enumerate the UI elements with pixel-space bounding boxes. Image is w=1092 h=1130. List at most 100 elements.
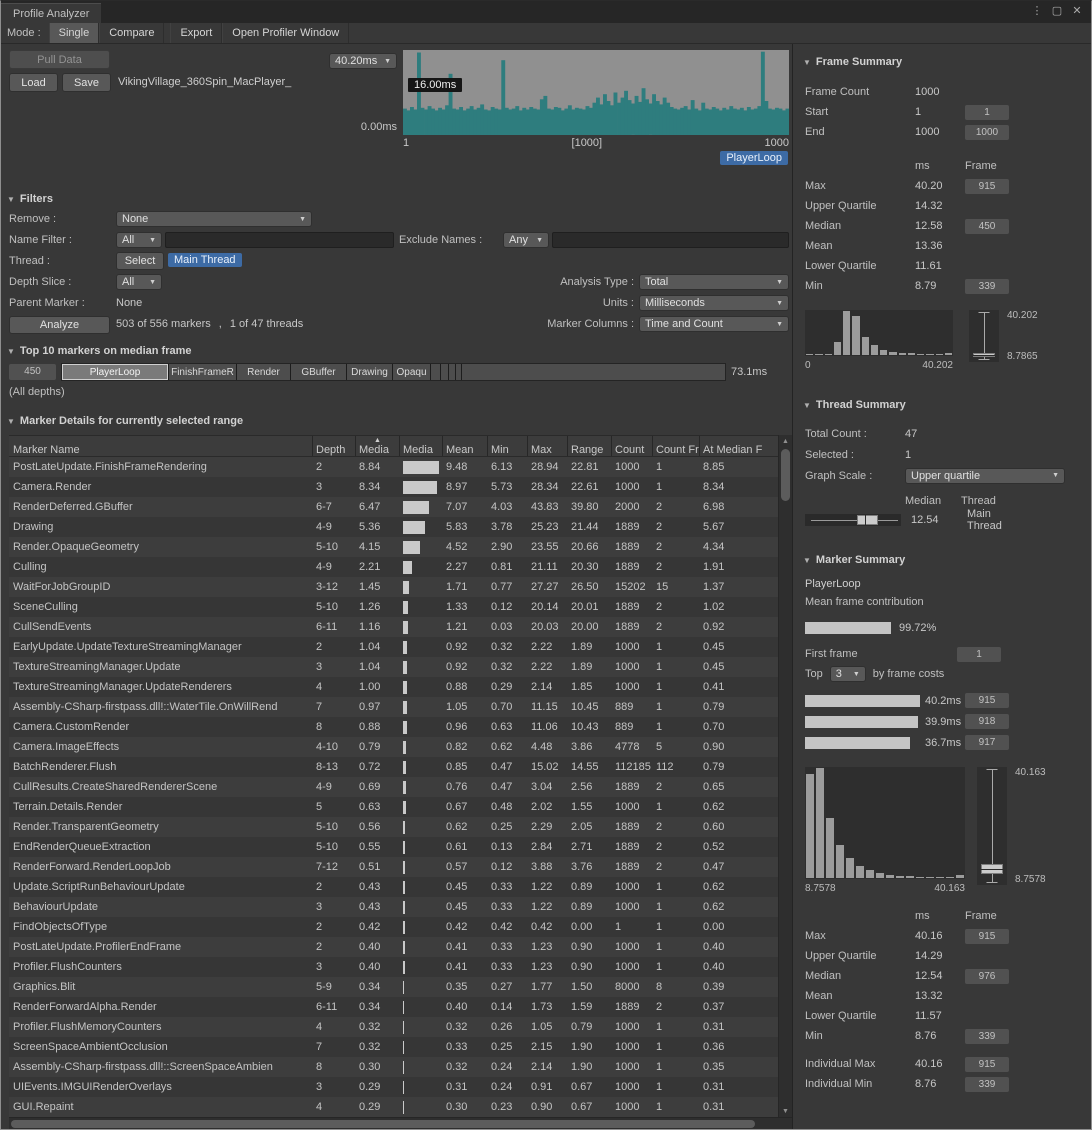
table-row[interactable]: Assembly-CSharp-firstpass.dll!::ScreenSp… — [9, 1057, 778, 1077]
thread-summary-header[interactable]: ▼ Thread Summary — [797, 399, 1091, 411]
pull-data-button[interactable]: Pull Data — [9, 50, 110, 69]
table-row[interactable]: CullResults.CreateSharedRendererScene4-9… — [9, 777, 778, 797]
table-row[interactable]: PostLateUpdate.FinishFrameRendering28.84… — [9, 457, 778, 477]
table-row[interactable]: SceneCulling5-101.261.330.1220.1420.0118… — [9, 597, 778, 617]
export-button[interactable]: Export — [170, 23, 222, 43]
table-row[interactable]: Update.ScriptRunBehaviourUpdate20.430.45… — [9, 877, 778, 897]
column-header-media[interactable]: Media — [400, 436, 443, 456]
top-marker-segment[interactable]: Drawing — [347, 364, 393, 380]
save-button[interactable]: Save — [62, 73, 111, 92]
top-markers-bar[interactable]: PlayerLoopFinishFrameRRenderGBufferDrawi… — [61, 363, 726, 381]
chart-scale-dropdown[interactable]: 40.20ms ▼ — [329, 53, 397, 69]
table-row[interactable]: RenderDeferred.GBuffer6-76.477.074.0343.… — [9, 497, 778, 517]
top-markers-header[interactable]: ▼ Top 10 markers on median frame — [7, 345, 192, 357]
thread-selected-chip[interactable]: Main Thread — [168, 253, 242, 267]
marker-duration-histogram[interactable] — [805, 767, 965, 879]
filters-header[interactable]: ▼ Filters — [7, 193, 53, 205]
table-row[interactable]: RenderForward.RenderLoopJob7-120.510.570… — [9, 857, 778, 877]
table-row[interactable]: Camera.ImageEffects4-100.790.820.624.483… — [9, 737, 778, 757]
table-row[interactable]: Camera.Render38.348.975.7328.3422.611000… — [9, 477, 778, 497]
graph-scale-dropdown[interactable]: Upper quartile ▼ — [905, 468, 1065, 484]
column-header-media[interactable]: Media▲ — [356, 436, 400, 456]
table-row[interactable]: Graphics.Blit5-90.340.350.271.771.508000… — [9, 977, 778, 997]
load-button[interactable]: Load — [9, 73, 58, 92]
close-icon[interactable]: ✕ — [1071, 4, 1083, 17]
top-marker-segment[interactable]: GBuffer — [291, 364, 347, 380]
column-header-range[interactable]: Range — [568, 436, 612, 456]
first-frame-badge[interactable]: 1 — [957, 647, 1001, 662]
frame-duration-histogram[interactable] — [805, 310, 953, 356]
name-filter-mode-dropdown[interactable]: All ▼ — [116, 232, 162, 248]
exclude-names-input[interactable] — [552, 232, 789, 248]
table-row[interactable]: TextureStreamingManager.UpdateRenderers4… — [9, 677, 778, 697]
table-row[interactable]: WaitForJobGroupID3-121.451.710.7727.2726… — [9, 577, 778, 597]
marker-columns-dropdown[interactable]: Time and Count ▼ — [639, 316, 789, 332]
table-row[interactable]: Culling4-92.212.270.8121.1120.30188921.9… — [9, 557, 778, 577]
top-marker-segment[interactable]: Render — [237, 364, 291, 380]
frame-summary-header[interactable]: ▼ Frame Summary — [797, 56, 1091, 68]
frame-badge[interactable]: 917 — [965, 735, 1009, 750]
top-n-dropdown[interactable]: 3 ▼ — [830, 666, 866, 682]
frame-badge[interactable]: 339 — [965, 1029, 1009, 1044]
table-row[interactable]: UIEvents.IMGUIRenderOverlays30.290.310.2… — [9, 1077, 778, 1097]
top-marker-segment[interactable] — [431, 364, 441, 380]
top-marker-segment[interactable]: FinishFrameR — [169, 364, 237, 380]
table-row[interactable]: BatchRenderer.Flush8-130.720.850.4715.02… — [9, 757, 778, 777]
frame-badge[interactable]: 1 — [965, 105, 1009, 120]
scroll-up-icon[interactable]: ▲ — [779, 435, 792, 447]
name-filter-input[interactable] — [165, 232, 394, 248]
units-dropdown[interactable]: Milliseconds ▼ — [639, 295, 789, 311]
table-row[interactable]: EarlyUpdate.UpdateTextureStreamingManage… — [9, 637, 778, 657]
table-row[interactable]: Camera.CustomRender80.880.960.6311.0610.… — [9, 717, 778, 737]
scroll-down-icon[interactable]: ▼ — [779, 1105, 792, 1117]
column-header-depth[interactable]: Depth — [313, 436, 356, 456]
table-row[interactable]: EndRenderQueueExtraction5-100.550.610.13… — [9, 837, 778, 857]
table-row[interactable]: Terrain.Details.Render50.630.670.482.021… — [9, 797, 778, 817]
column-header-min[interactable]: Min — [488, 436, 528, 456]
analysis-type-dropdown[interactable]: Total ▼ — [639, 274, 789, 290]
table-row[interactable]: ScreenSpaceAmbientOcclusion70.320.330.25… — [9, 1037, 778, 1057]
median-frame-badge[interactable]: 450 — [9, 364, 56, 380]
table-row[interactable]: PostLateUpdate.ProfilerEndFrame20.400.41… — [9, 937, 778, 957]
mode-single-button[interactable]: Single — [49, 23, 100, 43]
table-row[interactable]: BehaviourUpdate30.430.450.331.220.891000… — [9, 897, 778, 917]
frame-badge[interactable]: 915 — [965, 1057, 1009, 1072]
depth-slice-dropdown[interactable]: All ▼ — [116, 274, 162, 290]
table-row[interactable]: Profiler.FlushMemoryCounters40.320.320.2… — [9, 1017, 778, 1037]
selected-marker-label[interactable]: PlayerLoop — [720, 151, 788, 165]
table-row[interactable]: Render.TransparentGeometry5-100.560.620.… — [9, 817, 778, 837]
frame-badge[interactable]: 450 — [965, 219, 1009, 234]
table-row[interactable]: FindObjectsOfType20.420.420.420.420.0011… — [9, 917, 778, 937]
top-marker-segment[interactable]: Opaqu — [393, 364, 431, 380]
table-row[interactable]: CullSendEvents6-111.161.210.0320.0320.00… — [9, 617, 778, 637]
table-row[interactable]: Render.OpaqueGeometry5-104.154.522.9023.… — [9, 537, 778, 557]
table-row[interactable]: Drawing4-95.365.833.7825.2321.44188925.6… — [9, 517, 778, 537]
table-row[interactable]: TextureStreamingManager.Update31.040.920… — [9, 657, 778, 677]
scrollbar-thumb[interactable] — [781, 449, 790, 501]
marker-summary-header[interactable]: ▼ Marker Summary — [797, 554, 1091, 566]
column-header-mean[interactable]: Mean — [443, 436, 488, 456]
frame-badge[interactable]: 339 — [965, 1077, 1009, 1092]
frame-badge[interactable]: 915 — [965, 929, 1009, 944]
top-marker-segment[interactable] — [441, 364, 449, 380]
frame-badge[interactable]: 1000 — [965, 125, 1009, 140]
top-marker-segment[interactable] — [449, 364, 456, 380]
thread-select-button[interactable]: Select — [116, 252, 164, 270]
table-row[interactable]: RenderForwardAlpha.Render6-110.340.400.1… — [9, 997, 778, 1017]
remove-dropdown[interactable]: None ▼ — [116, 211, 312, 227]
column-header-count-fra[interactable]: Count Fra — [653, 436, 700, 456]
table-vertical-scrollbar[interactable]: ▲ ▼ — [778, 435, 792, 1117]
table-row[interactable]: GUI.Repaint40.290.300.230.900.67100010.3… — [9, 1097, 778, 1117]
column-header-at-median-f[interactable]: At Median F — [700, 436, 778, 456]
column-header-count[interactable]: Count — [612, 436, 653, 456]
exclude-mode-dropdown[interactable]: Any ▼ — [503, 232, 549, 248]
tab-profile-analyzer[interactable]: Profile Analyzer — [1, 3, 101, 23]
top-marker-segment[interactable]: PlayerLoop — [62, 364, 169, 380]
frame-badge[interactable]: 915 — [965, 693, 1009, 708]
table-row[interactable]: Profiler.FlushCounters30.400.410.331.230… — [9, 957, 778, 977]
marker-details-header[interactable]: ▼ Marker Details for currently selected … — [1, 403, 792, 435]
thread-row[interactable]: 12.54 Main Thread — [797, 510, 1091, 530]
mode-compare-button[interactable]: Compare — [99, 23, 164, 43]
frame-badge[interactable]: 915 — [965, 179, 1009, 194]
column-header-marker-name[interactable]: Marker Name — [9, 436, 313, 456]
